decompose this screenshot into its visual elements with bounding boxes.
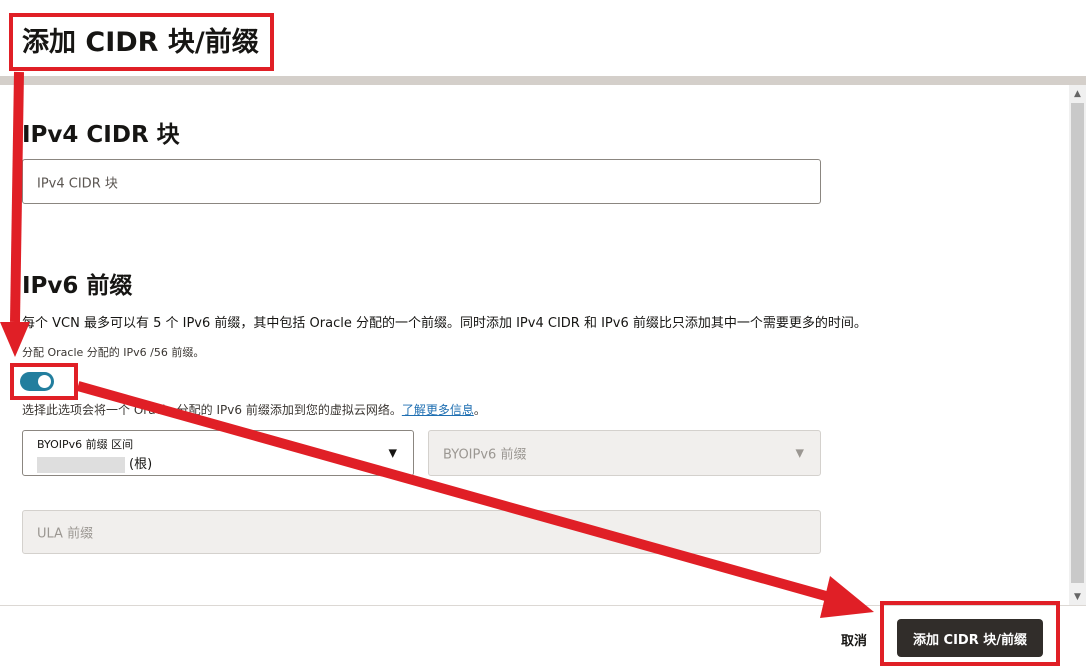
cancel-button[interactable]: 取消: [830, 630, 878, 648]
ula-prefix-input[interactable]: ULA 前缀: [22, 510, 821, 554]
annotation-box-title: [9, 13, 274, 71]
annotation-box-toggle: [10, 363, 78, 400]
scroll-up-icon[interactable]: ▲: [1069, 85, 1086, 102]
byoipv6-prefix-placeholder: BYOIPv6 前缀: [443, 447, 527, 463]
scroll-thumb[interactable]: [1071, 103, 1084, 583]
byoipv6-range-value: (根): [37, 453, 152, 473]
help-text: 选择此选项会将一个 Oracle 分配的 IPv6 前缀添加到您的虚拟云网络。: [22, 403, 402, 417]
help-suffix: 。: [473, 403, 486, 417]
ipv4-cidr-placeholder: IPv4 CIDR 块: [37, 176, 118, 191]
ipv6-toggle-label: 分配 Oracle 分配的 IPv6 /56 前缀。: [22, 346, 205, 359]
ipv4-heading: IPv4 CIDR 块: [22, 122, 180, 148]
caret-down-icon: ▼: [388, 446, 397, 460]
ula-prefix-placeholder: ULA 前缀: [37, 526, 94, 542]
redacted-value: [37, 456, 125, 473]
ipv6-description: 每个 VCN 最多可以有 5 个 IPv6 前缀，其中包括 Oracle 分配的…: [22, 316, 867, 331]
caret-down-icon: ▼: [795, 446, 804, 460]
ipv4-cidr-input[interactable]: IPv4 CIDR 块: [22, 159, 821, 204]
byoipv6-range-label: BYOIPv6 前缀 区间: [37, 438, 134, 451]
byoipv6-range-suffix: (根): [129, 457, 153, 472]
learn-more-link[interactable]: 了解更多信息: [402, 403, 474, 417]
ipv6-heading: IPv6 前缀: [22, 273, 133, 299]
vertical-scrollbar[interactable]: ▲ ▼: [1069, 85, 1086, 605]
dialog-body: IPv4 CIDR 块 IPv4 CIDR 块 IPv6 前缀 每个 VCN 最…: [0, 85, 1069, 605]
header-divider: [0, 76, 1086, 85]
ipv6-help-text: 选择此选项会将一个 Oracle 分配的 IPv6 前缀添加到您的虚拟云网络。了…: [22, 401, 486, 418]
scroll-down-icon[interactable]: ▼: [1069, 588, 1086, 605]
byoipv6-range-select[interactable]: BYOIPv6 前缀 区间 (根) ▼: [22, 430, 414, 476]
annotation-box-submit: [880, 601, 1060, 666]
byoipv6-prefix-select[interactable]: BYOIPv6 前缀 ▼: [428, 430, 821, 476]
